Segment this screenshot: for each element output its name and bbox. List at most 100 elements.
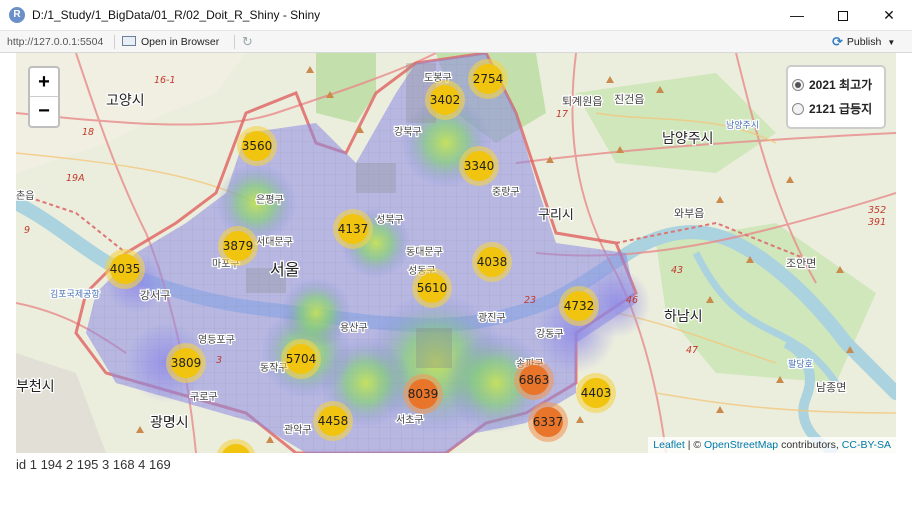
cluster-marker[interactable]: 3809	[166, 343, 206, 383]
zoom-control: + −	[28, 66, 60, 128]
cluster-marker[interactable]: 3402	[425, 80, 465, 120]
cluster-count: 3879	[223, 239, 254, 253]
road-number-label: 43	[671, 265, 683, 276]
zoom-in-button[interactable]: +	[30, 68, 58, 97]
place-label: 구리시	[538, 208, 574, 223]
cluster-count: 8039	[408, 387, 439, 401]
cluster-marker[interactable]: 2754	[468, 59, 508, 99]
place-label: 부천시	[16, 379, 55, 395]
map-canvas: 고양시 도봉구 강북구 퇴계원읍 진건읍 남양주시 남양주시 은평구 중랑구 구…	[16, 53, 896, 453]
cluster-marker[interactable]: 4137	[333, 209, 373, 249]
cluster-marker[interactable]: 6337	[528, 402, 568, 442]
place-label: 강북구	[394, 126, 422, 138]
publish-label: Publish	[846, 36, 882, 48]
place-label: 강동구	[536, 328, 564, 340]
cluster-count: 3402	[430, 93, 461, 107]
place-label: 촌읍	[16, 190, 34, 202]
road-number-label: 46	[626, 295, 638, 306]
cluster-count: 6337	[533, 415, 564, 429]
place-label: 남양주시	[662, 131, 714, 147]
place-label: 은평구	[256, 194, 284, 206]
place-label: 구로구	[190, 392, 218, 403]
radio-checked-icon[interactable]	[792, 79, 804, 91]
place-label: 조안면	[786, 257, 816, 270]
place-label: 광진구	[478, 312, 506, 324]
layer-control: 2021 최고가 2121 급등지	[786, 65, 886, 129]
cluster-count: 5704	[286, 352, 317, 366]
place-label: 성북구	[376, 214, 404, 226]
cluster-marker[interactable]: 3560	[237, 126, 277, 166]
cluster-marker[interactable]: 5610	[412, 268, 452, 308]
cluster-marker[interactable]: 3879	[218, 226, 258, 266]
browser-window-icon	[122, 36, 136, 46]
road-number-label: 352	[868, 205, 886, 216]
cluster-marker[interactable]: 6863	[514, 360, 554, 400]
place-label: 김포국제공항	[50, 288, 100, 300]
cluster-marker[interactable]: 8039	[403, 374, 443, 414]
leaflet-map[interactable]: 고양시 도봉구 강북구 퇴계원읍 진건읍 남양주시 남양주시 은평구 중랑구 구…	[16, 53, 896, 453]
maximize-icon	[838, 11, 848, 22]
attribution-separator: | ©	[684, 439, 705, 451]
place-label: 중랑구	[492, 186, 520, 198]
cluster-marker[interactable]: 4403	[576, 373, 616, 413]
close-button[interactable]: ✕	[866, 0, 912, 31]
license-link[interactable]: CC-BY-SA	[842, 439, 891, 451]
radio-unchecked-icon[interactable]	[792, 103, 804, 115]
cluster-count: 3560	[242, 139, 273, 153]
road-number-label: 18	[82, 127, 94, 138]
place-label: 서초구	[396, 414, 424, 426]
layer-option-2121-surge[interactable]: 2121 급등지	[792, 97, 880, 121]
cluster-count: 4035	[110, 262, 141, 276]
road-number-label: 19A	[66, 173, 85, 184]
road-number-label: 3	[216, 355, 222, 366]
window-titlebar: R D:/1_Study/1_BigData/01_R/02_Doit_R_Sh…	[0, 0, 912, 31]
place-label: 남양주시	[726, 120, 759, 131]
place-label: 용산구	[340, 322, 368, 334]
cluster-count: 4403	[581, 386, 612, 400]
cluster-count: 6863	[519, 373, 550, 387]
cluster-count: 4038	[477, 255, 508, 269]
chevron-down-icon[interactable]: ▼	[887, 38, 895, 47]
cluster-count: 4732	[564, 299, 595, 313]
road-number-label: 17	[556, 109, 568, 120]
publish-icon: ⟳	[832, 34, 843, 49]
open-in-browser-button[interactable]: Open in Browser	[122, 34, 219, 50]
cluster-marker[interactable]: 4035	[105, 249, 145, 289]
minimize-button[interactable]: —	[774, 0, 820, 31]
cluster-count: 4137	[338, 222, 369, 236]
place-label: 퇴계원읍	[562, 95, 602, 108]
road-number-label: 16-1	[154, 75, 176, 86]
cluster-count: 4458	[318, 414, 349, 428]
map-attribution: Leaflet | © OpenStreetMap contributors, …	[648, 437, 896, 453]
cluster-marker[interactable]: 4038	[472, 242, 512, 282]
cluster-marker[interactable]: 4732	[559, 286, 599, 326]
refresh-icon[interactable]: ↻	[242, 34, 253, 50]
window-title: D:/1_Study/1_BigData/01_R/02_Doit_R_Shin…	[32, 8, 321, 22]
open-in-browser-label: Open in Browser	[141, 36, 220, 48]
r-app-icon: R	[9, 7, 25, 23]
cluster-marker[interactable]: 3340	[459, 146, 499, 186]
maximize-button[interactable]	[820, 0, 866, 31]
cluster-count: 3809	[171, 356, 202, 370]
place-label: 광명시	[150, 415, 189, 431]
cluster-count: 3340	[464, 159, 495, 173]
cluster-marker[interactable]: 4458	[313, 401, 353, 441]
place-label: 관악구	[284, 424, 312, 436]
publish-button[interactable]: ⟳ Publish ▼	[832, 34, 895, 51]
place-label: 영등포구	[198, 334, 235, 346]
viewer-toolbar: http://127.0.0.1:5504 Open in Browser ↻ …	[0, 31, 912, 53]
place-label: 서대문구	[256, 236, 293, 248]
place-label: 남종면	[816, 381, 846, 394]
layer-label: 2121 급등지	[809, 102, 873, 116]
layer-option-2021-max-price[interactable]: 2021 최고가	[792, 73, 880, 97]
toolbar-separator	[114, 35, 115, 49]
leaflet-link[interactable]: Leaflet	[653, 439, 685, 451]
zoom-out-button[interactable]: −	[30, 97, 58, 126]
cluster-count: 2754	[473, 72, 504, 86]
place-label: 하남시	[664, 309, 703, 325]
cluster-marker[interactable]: 5704	[281, 339, 321, 379]
place-label: 팔당호	[788, 358, 813, 370]
toolbar-separator	[234, 35, 235, 49]
openstreetmap-link[interactable]: OpenStreetMap	[704, 439, 778, 451]
table-output-text: id 1 194 2 195 3 168 4 169	[16, 457, 171, 472]
